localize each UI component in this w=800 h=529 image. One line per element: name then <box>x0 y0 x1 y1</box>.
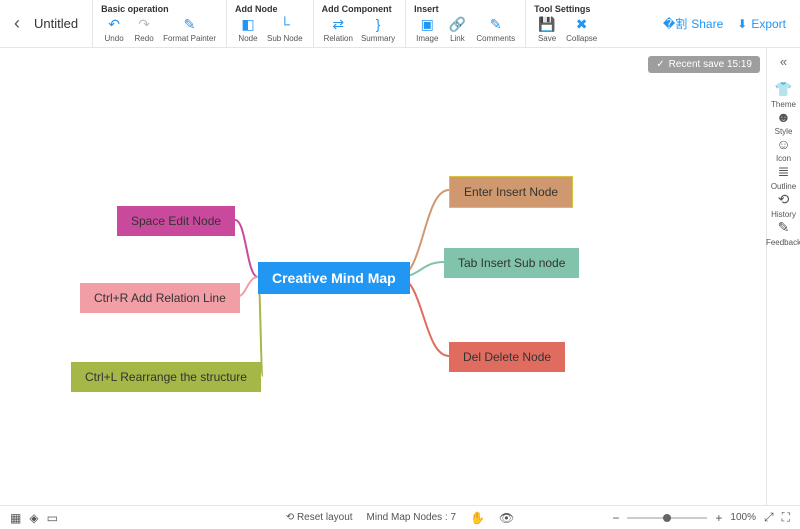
eye-icon[interactable]: 👁 <box>499 511 514 525</box>
panel-label: Icon <box>776 154 791 163</box>
group-label: Add Node <box>235 4 305 14</box>
share-button[interactable]: �割Share <box>663 15 723 32</box>
icon-icon: ☺ <box>776 136 790 152</box>
zoom-level: 100% <box>730 512 756 523</box>
panel-feedback[interactable]: ✎ Feedback <box>766 219 800 247</box>
tool-label: Comments <box>476 34 515 43</box>
mindmap-node[interactable]: Ctrl+R Add Relation Line <box>80 283 240 313</box>
summary-icon: } <box>376 16 381 32</box>
format-painter-icon: ✎ <box>184 16 196 32</box>
theme-icon: 👕 <box>775 81 792 98</box>
mindmap-node[interactable]: Enter Insert Node <box>449 176 573 208</box>
toolgroup-tool-settings: Tool Settings 💾 Save ✖ Collapse <box>525 0 607 47</box>
tool-label: Save <box>538 34 556 43</box>
tool-label: Summary <box>361 34 395 43</box>
right-panel: « 👕 Theme☻ Style☺ Icon≣ Outline⟲ History✎ Feed… <box>766 48 800 505</box>
redo-button: ↷ Redo <box>131 16 157 43</box>
group-label: Tool Settings <box>534 4 599 14</box>
panel-history[interactable]: ⟲ History <box>766 191 800 219</box>
save-icon: 💾 <box>538 16 555 32</box>
node-icon: ◧ <box>241 16 254 32</box>
link-button[interactable]: 🔗 Link <box>444 16 470 43</box>
save-button: 💾 Save <box>534 16 560 43</box>
toolgroup-add-node: Add Node ◧ Node └ Sub Node <box>226 0 313 47</box>
zoom-out-button[interactable]: − <box>612 511 619 525</box>
format-painter-button[interactable]: ✎ Format Painter <box>161 16 218 43</box>
tool-label: Redo <box>135 34 154 43</box>
tool-label: Sub Node <box>267 34 303 43</box>
sub-node-icon: └ <box>280 16 290 32</box>
undo-button[interactable]: ↶ Undo <box>101 16 127 43</box>
panel-collapse-button[interactable]: « <box>780 54 787 69</box>
panel-label: Style <box>775 127 793 136</box>
mindmap-node[interactable]: Del Delete Node <box>449 342 565 372</box>
mindmap-node[interactable]: Tab Insert Sub node <box>444 248 579 278</box>
export-icon: ⬇ <box>737 17 747 31</box>
image-icon: ▣ <box>421 16 434 32</box>
tool-label: Image <box>416 34 438 43</box>
panel-theme[interactable]: 👕 Theme <box>766 81 800 109</box>
tool-label: Node <box>238 34 257 43</box>
status-bar: ▦ ◈ ▭ ⟲ Reset layout Mind Map Nodes : 7 … <box>0 505 800 529</box>
collapse-button[interactable]: ✖ Collapse <box>564 16 599 43</box>
tool-label: Format Painter <box>163 34 216 43</box>
outline-icon: ≣ <box>778 163 790 180</box>
comments-button[interactable]: ✎ Comments <box>474 16 517 43</box>
sub-node-button[interactable]: └ Sub Node <box>265 16 305 43</box>
status-icon-3[interactable]: ▭ <box>47 511 58 525</box>
panel-style[interactable]: ☻ Style <box>766 109 800 136</box>
group-label: Insert <box>414 4 517 14</box>
mindmap-node[interactable]: Space Edit Node <box>117 206 235 236</box>
recent-save-badge: ✓Recent save 15:19 <box>648 56 760 73</box>
panel-label: Feedback <box>766 238 800 247</box>
panel-label: Outline <box>771 182 796 191</box>
document-title[interactable]: Untitled <box>26 0 92 47</box>
zoom-in-button[interactable]: + <box>715 511 722 525</box>
feedback-icon: ✎ <box>778 219 790 236</box>
toolgroup-basic-operation: Basic operation ↶ Undo ↷ Redo ✎ Format Painter <box>92 0 226 47</box>
undo-icon: ↶ <box>108 16 120 32</box>
tool-label: Undo <box>105 34 124 43</box>
back-button[interactable]: ‹ <box>8 0 26 47</box>
check-icon: ✓ <box>656 59 664 70</box>
relation-icon: ⇄ <box>332 16 344 32</box>
image-button[interactable]: ▣ Image <box>414 16 440 43</box>
reset-layout-button[interactable]: ⟲ Reset layout <box>286 512 353 523</box>
status-icon-2[interactable]: ◈ <box>29 511 38 525</box>
relation-button[interactable]: ⇄ Relation <box>322 16 355 43</box>
history-icon: ⟲ <box>778 191 790 208</box>
share-icon: �割 <box>663 15 687 32</box>
tool-label: Link <box>450 34 465 43</box>
style-icon: ☻ <box>776 109 791 125</box>
collapse-icon: ✖ <box>576 16 588 32</box>
mindmap-canvas[interactable]: ✓Recent save 15:19 Creative Mind Map Spac… <box>0 48 766 505</box>
toolgroup-add-component: Add Component ⇄ Relation} Summary <box>313 0 406 47</box>
fullscreen-icon[interactable]: ⛶ <box>782 510 790 525</box>
mindmap-root[interactable]: Creative Mind Map <box>258 262 410 294</box>
summary-button[interactable]: } Summary <box>359 16 397 43</box>
node-button[interactable]: ◧ Node <box>235 16 261 43</box>
panel-icon[interactable]: ☺ Icon <box>766 136 800 163</box>
panel-outline[interactable]: ≣ Outline <box>766 163 800 191</box>
link-icon: 🔗 <box>449 16 466 32</box>
panel-label: History <box>771 210 796 219</box>
toolgroup-insert: Insert ▣ Image 🔗 Link ✎ Comments <box>405 0 525 47</box>
top-toolbar: ‹ Untitled Basic operation ↶ Undo ↷ Redo ✎ For… <box>0 0 800 48</box>
comments-icon: ✎ <box>490 16 502 32</box>
tool-label: Relation <box>324 34 353 43</box>
tool-label: Collapse <box>566 34 597 43</box>
redo-icon: ↷ <box>138 16 150 32</box>
zoom-slider[interactable] <box>627 517 707 519</box>
export-button[interactable]: ⬇Export <box>737 17 786 31</box>
mindmap-node[interactable]: Ctrl+L Rearrange the structure <box>71 362 261 392</box>
fit-icon[interactable]: ⤢ <box>764 510 774 525</box>
hand-icon[interactable]: ✋ <box>470 511 485 525</box>
node-count: Mind Map Nodes : 7 <box>367 512 457 523</box>
panel-label: Theme <box>771 100 796 109</box>
status-icon-1[interactable]: ▦ <box>10 511 21 525</box>
group-label: Basic operation <box>101 4 218 14</box>
group-label: Add Component <box>322 4 398 14</box>
